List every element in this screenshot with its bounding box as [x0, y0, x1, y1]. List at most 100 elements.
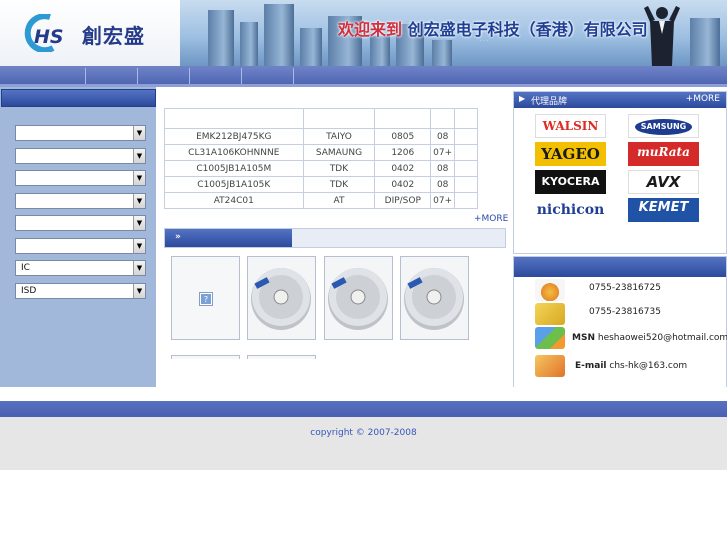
banner-subtext: · · ·	[480, 38, 488, 44]
arrow-right-icon: ▶	[519, 94, 526, 103]
dropdown-arrow-icon[interactable]: ▼	[133, 284, 145, 298]
brand-logo-samsung[interactable]: SAMSUNG	[628, 114, 699, 138]
msn-address[interactable]: heshaowei520@hotmail.com	[598, 333, 727, 343]
brand-name: muRata	[637, 145, 690, 159]
product-thumbnail[interactable]: ?	[171, 256, 240, 340]
category-select-2[interactable]: ▼	[15, 148, 146, 164]
banner-skyline	[370, 36, 390, 66]
table-row[interactable]: CL31A106KOHNNNE SAMAUNG 1206 07+	[164, 144, 478, 161]
table-header-cell	[374, 108, 432, 129]
product-thumbnail[interactable]	[247, 256, 316, 340]
brand-name: WALSIN	[542, 119, 599, 133]
category-select-4[interactable]: ▼	[15, 193, 146, 209]
contact-panel: 0755-23816725 0755-23816735 MSN heshaowe…	[513, 256, 727, 388]
phone-number: 0755-23816725	[589, 283, 661, 293]
brands-header: ▶ 代理品牌 +MORE	[514, 92, 726, 108]
brand-logo-kemet[interactable]: KEMET	[628, 198, 699, 222]
table-header-cell	[454, 108, 478, 129]
product-thumbnail[interactable]	[171, 355, 240, 359]
banner-skyline	[690, 18, 720, 66]
table-header-cell	[302, 108, 376, 129]
brand-logo-nichicon[interactable]: nichicon	[535, 198, 606, 222]
part-year: 07+	[430, 144, 456, 161]
part-number[interactable]: AT24C01	[164, 192, 304, 209]
email-address[interactable]: chs-hk@163.com	[609, 361, 687, 371]
part-package: 0805	[374, 128, 432, 145]
telephone-icon	[535, 279, 565, 301]
nav-separator	[85, 68, 86, 84]
brand-logo-kyocera[interactable]: KYOCERA	[535, 170, 606, 194]
brand-logo-avx[interactable]: AVX	[628, 170, 699, 194]
part-number[interactable]: C1005JB1A105M	[164, 160, 304, 177]
table-cell	[454, 176, 478, 193]
dropdown-arrow-icon[interactable]: ▼	[133, 261, 145, 275]
brands-title: 代理品牌	[531, 97, 568, 107]
parts-more-link[interactable]: +MORE	[474, 214, 508, 224]
part-brand: TDK	[302, 176, 376, 193]
dropdown-arrow-icon[interactable]: ▼	[133, 239, 145, 253]
table-row[interactable]: C1005JB1A105K TDK 0402 08	[164, 176, 478, 193]
footer-spacer	[0, 387, 727, 401]
table-row[interactable]: EMK212BJ475KG TAIYO 0805 08	[164, 128, 478, 145]
brands-more-link[interactable]: +MORE	[686, 94, 720, 104]
welcome-prefix: 欢迎来到	[338, 20, 403, 39]
logo[interactable]: HS 創宏盛	[0, 0, 180, 66]
products-header-tab[interactable]: »	[165, 229, 292, 247]
category-select-5[interactable]: ▼	[15, 215, 146, 231]
logo-text: 創宏盛	[82, 24, 145, 48]
category-select-6[interactable]: ▼	[15, 238, 146, 254]
dropdown-arrow-icon[interactable]: ▼	[133, 126, 145, 140]
part-package: 0402	[374, 176, 432, 193]
parts-table: EMK212BJ475KG TAIYO 0805 08 CL31A106KOHN…	[164, 108, 478, 209]
businessman-illustration	[644, 6, 680, 66]
brand-logo-murata[interactable]: muRata	[628, 142, 699, 166]
category-select-isd[interactable]: ISD ▼	[15, 283, 146, 299]
part-number[interactable]: CL31A106KOHNNNE	[164, 144, 304, 161]
category-select-3[interactable]: ▼	[15, 170, 146, 186]
part-year: 08	[430, 176, 456, 193]
product-thumbnail[interactable]	[400, 256, 469, 340]
welcome-slogan: 欢迎来到 创宏盛电子科技（香港）有限公司	[338, 16, 648, 40]
select-value: IC	[21, 263, 30, 273]
product-thumbnail[interactable]	[324, 256, 393, 340]
company-name: 创宏盛电子科技（香港）有限公司	[407, 20, 648, 39]
banner-skyline	[432, 40, 452, 66]
nav-separator	[189, 68, 190, 84]
dropdown-arrow-icon[interactable]: ▼	[133, 216, 145, 230]
banner-skyline	[208, 10, 234, 66]
msn-label: MSN	[572, 333, 595, 343]
part-number[interactable]: EMK212BJ475KG	[164, 128, 304, 145]
select-value: ISD	[21, 286, 37, 296]
dropdown-arrow-icon[interactable]: ▼	[133, 171, 145, 185]
table-cell	[454, 144, 478, 161]
broken-image-icon: ?	[199, 292, 213, 306]
brand-logo-walsin[interactable]: WALSIN	[535, 114, 606, 138]
nav-separator	[137, 68, 138, 84]
msn-icon	[535, 327, 565, 349]
banner-skyline	[240, 22, 258, 66]
capacitor-reel-image	[248, 257, 315, 339]
category-select-ic[interactable]: IC ▼	[15, 260, 146, 276]
part-number[interactable]: C1005JB1A105K	[164, 176, 304, 193]
brand-logo-yageo[interactable]: YAGEO	[535, 142, 606, 166]
banner-skyline	[264, 4, 294, 66]
brands-panel: ▶ 代理品牌 +MORE WALSIN SAMSUNG YAGEO muRata…	[513, 91, 727, 254]
category-select-1[interactable]: ▼	[15, 125, 146, 141]
brand-name: YAGEO	[541, 145, 600, 163]
brand-name: SAMSUNG	[634, 119, 693, 135]
footer-bar	[0, 401, 727, 417]
capacitor-reel-image	[401, 257, 468, 339]
table-row[interactable]: C1005JB1A105M TDK 0402 08	[164, 160, 478, 177]
product-thumbnail[interactable]	[247, 355, 316, 359]
site-header: HS 創宏盛 欢迎来到 创宏盛电子科技（香港）有限公司 · · ·	[0, 0, 727, 66]
part-brand: TAIYO	[302, 128, 376, 145]
dropdown-arrow-icon[interactable]: ▼	[133, 194, 145, 208]
table-row	[164, 108, 478, 129]
fax-number: 0755-23816735	[589, 307, 661, 317]
dropdown-arrow-icon[interactable]: ▼	[133, 149, 145, 163]
table-cell	[454, 160, 478, 177]
part-package: DIP/SOP	[374, 192, 432, 209]
brand-name: KYOCERA	[541, 175, 600, 188]
table-header-cell	[430, 108, 456, 129]
table-row[interactable]: AT24C01 AT DIP/SOP 07+	[164, 192, 478, 209]
